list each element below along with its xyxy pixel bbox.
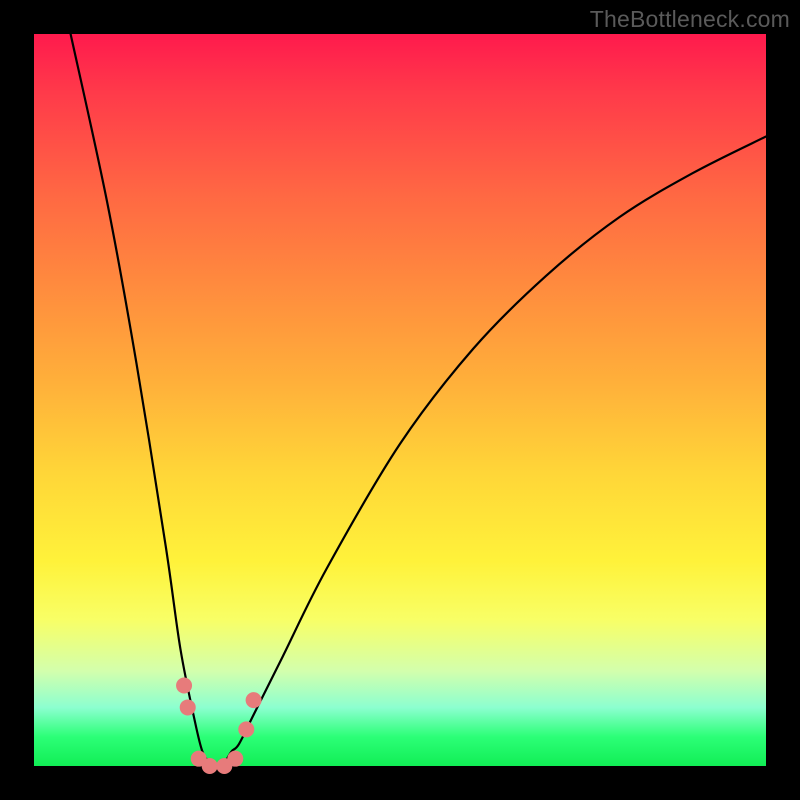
marker-dot bbox=[246, 692, 262, 708]
marker-dot bbox=[238, 721, 254, 737]
marker-dot bbox=[202, 758, 218, 774]
watermark-text: TheBottleneck.com bbox=[590, 6, 790, 33]
bottleneck-curve bbox=[71, 34, 766, 766]
marker-dot bbox=[227, 751, 243, 767]
chart-frame: TheBottleneck.com bbox=[0, 0, 800, 800]
marker-dot bbox=[180, 699, 196, 715]
marker-dot bbox=[176, 677, 192, 693]
curve-layer bbox=[0, 0, 800, 800]
